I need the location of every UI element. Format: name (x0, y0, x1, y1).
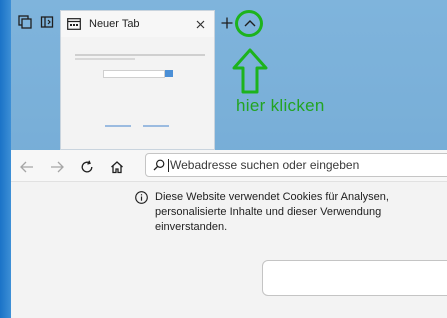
tab-title: Neuer Tab (89, 18, 140, 30)
back-arrow-icon (20, 161, 33, 173)
new-tab-button[interactable] (218, 14, 236, 32)
forward-button[interactable] (46, 156, 68, 178)
vertical-tabs-icon (40, 16, 54, 28)
close-icon (196, 20, 204, 28)
forward-arrow-icon (51, 161, 64, 173)
preview-search-box (103, 70, 165, 78)
vertical-tabs-button[interactable] (36, 11, 58, 33)
preview-link (143, 125, 169, 127)
navigation-toolbar (11, 150, 447, 182)
tab-preview-thumbnail (61, 37, 214, 149)
plus-icon (221, 17, 233, 29)
back-button[interactable] (16, 156, 38, 178)
refresh-icon (81, 160, 93, 173)
home-button[interactable] (106, 156, 128, 178)
text-caret (168, 158, 169, 172)
preview-notice-line (75, 54, 205, 56)
preview-link (105, 125, 131, 127)
arrow-up-icon (232, 48, 268, 94)
home-icon (111, 161, 123, 174)
page-search-box[interactable] (262, 260, 447, 296)
tab-actions-button[interactable] (14, 11, 36, 33)
address-bar[interactable] (145, 153, 447, 177)
search-icon (153, 159, 165, 171)
tab-actions-icon (18, 15, 32, 29)
preview-notice-line (75, 58, 135, 60)
window-left-edge (0, 0, 11, 318)
tab-close-button[interactable] (191, 15, 209, 33)
refresh-button[interactable] (76, 156, 98, 178)
annotation-circle (235, 10, 263, 37)
address-input[interactable] (170, 158, 447, 172)
page-content: Diese Website verwendet Cookies für Anal… (11, 182, 447, 318)
tab-card[interactable]: Neuer Tab (60, 10, 215, 150)
new-tab-page-icon (67, 18, 81, 30)
annotation-text: hier klicken (236, 96, 325, 115)
tab-header: Neuer Tab (61, 11, 214, 37)
cookie-notice-text: Diese Website verwendet Cookies für Anal… (155, 191, 389, 233)
info-icon (135, 191, 148, 204)
preview-search-button (165, 70, 173, 77)
